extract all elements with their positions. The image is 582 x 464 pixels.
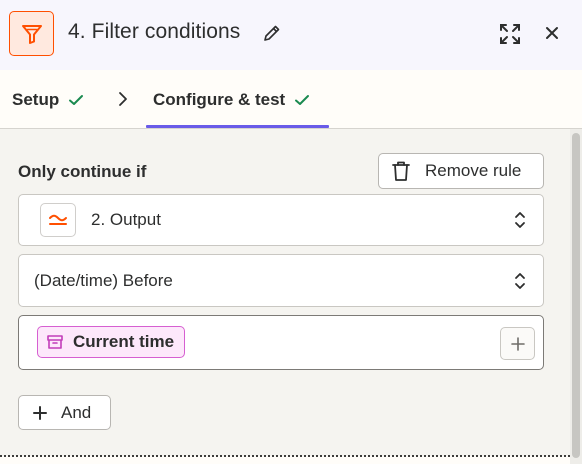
chevron-up-down-icon xyxy=(515,273,525,289)
condition-select-value: (Date/time) Before xyxy=(34,271,173,290)
and-label: And xyxy=(61,402,92,422)
tab-configure-test[interactable]: Configure & test xyxy=(153,90,310,110)
plus-icon xyxy=(33,405,47,420)
pencil-icon[interactable] xyxy=(262,23,282,43)
insert-data-button[interactable] xyxy=(500,327,535,360)
step-tabs: Setup Configure & test xyxy=(0,70,582,129)
chevron-right-icon xyxy=(119,92,127,106)
tab-label: Setup xyxy=(12,90,60,109)
filter-icon xyxy=(21,24,42,44)
expand-icon[interactable] xyxy=(498,22,522,46)
remove-rule-label: Remove rule xyxy=(425,161,522,180)
close-icon[interactable] xyxy=(543,24,561,42)
plus-icon xyxy=(510,336,525,351)
rule-heading: Only continue if xyxy=(18,162,147,181)
trash-icon xyxy=(392,161,410,181)
check-icon xyxy=(69,95,84,105)
add-and-condition-button[interactable]: And xyxy=(18,395,111,430)
tab-label: Configure & test xyxy=(153,90,286,109)
field-select[interactable]: 2. Output xyxy=(18,194,544,246)
scrollbar-thumb[interactable] xyxy=(572,133,580,458)
current-time-pill[interactable]: Current time xyxy=(37,326,186,358)
step-title: 4. Filter conditions xyxy=(68,20,241,43)
step-header: 4. Filter conditions xyxy=(0,0,582,70)
pill-label: Current time xyxy=(73,332,175,351)
filter-app-icon xyxy=(9,11,54,56)
field-select-value: 2. Output xyxy=(91,210,161,229)
check-icon xyxy=(295,95,310,105)
tab-setup[interactable]: Setup xyxy=(12,90,84,110)
active-tab-indicator xyxy=(146,125,329,128)
formatter-icon xyxy=(40,203,76,237)
condition-select[interactable]: (Date/time) Before xyxy=(18,254,544,307)
chevron-up-down-icon xyxy=(515,212,525,228)
remove-rule-button[interactable]: Remove rule xyxy=(378,153,544,189)
divider xyxy=(0,455,570,457)
archive-box-icon xyxy=(47,335,63,349)
value-input[interactable]: Current time xyxy=(18,315,544,370)
